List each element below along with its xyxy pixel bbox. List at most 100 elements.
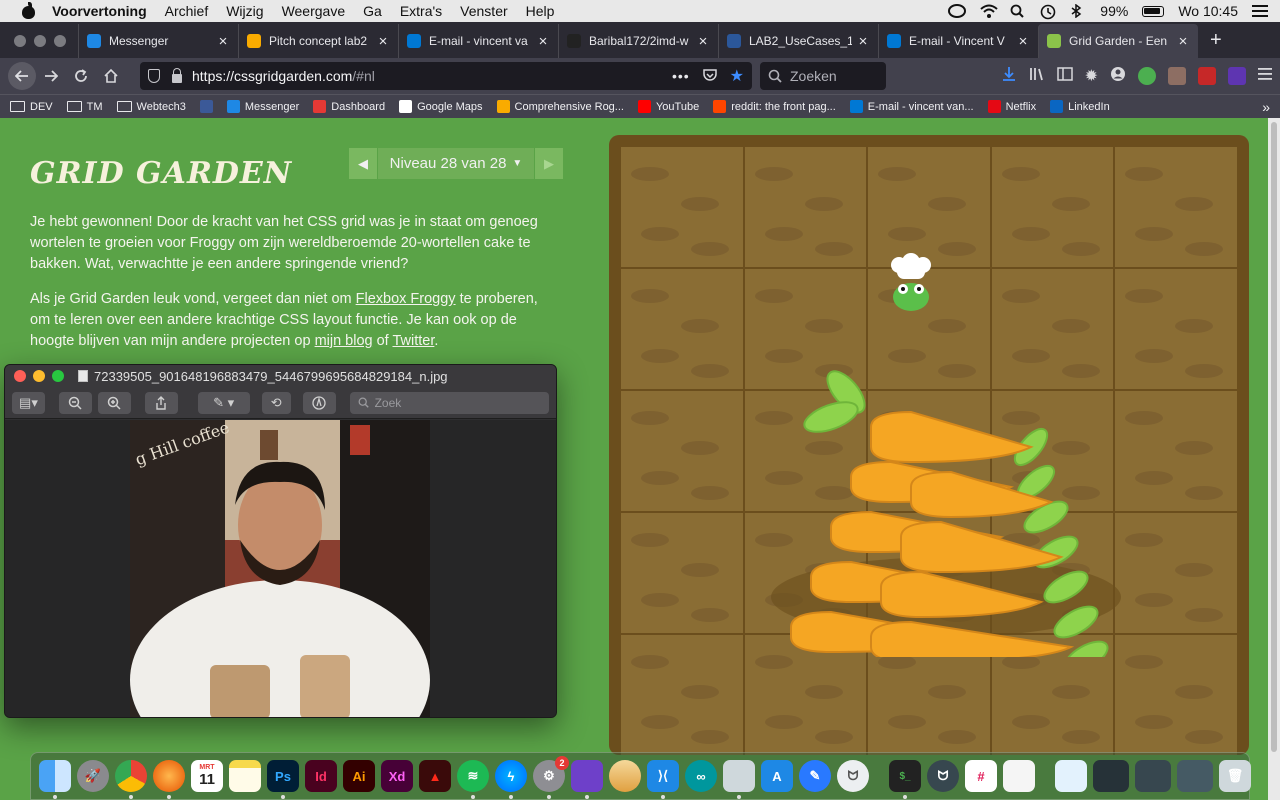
menu-help[interactable]: Help <box>526 3 555 19</box>
preview-minimize-button[interactable] <box>33 370 45 382</box>
textedit-icon[interactable] <box>1003 760 1035 792</box>
bookmark-item[interactable]: Netflix <box>987 100 1036 113</box>
preview-search-field[interactable]: Zoek <box>349 391 549 414</box>
new-tab-button[interactable]: + <box>1198 29 1234 58</box>
apple-icon[interactable] <box>20 2 38 20</box>
illustrator-icon[interactable]: Ai <box>343 760 375 792</box>
photoshop-icon[interactable]: Ps <box>267 760 299 799</box>
bookmark-item[interactable]: Google Maps <box>399 100 483 113</box>
bookmark-item[interactable]: Webtech3 <box>116 101 186 113</box>
menu-hamburger-icon[interactable] <box>1258 67 1272 85</box>
downloads-stack-icon[interactable] <box>1055 760 1087 792</box>
launchpad-icon[interactable]: 🚀 <box>77 760 109 792</box>
zoom-window-button[interactable] <box>54 35 66 47</box>
bookmark-item[interactable]: Messenger <box>226 100 299 113</box>
browser-tab[interactable]: LAB2_UseCases_1 × <box>718 24 878 58</box>
page-scrollbar[interactable] <box>1268 118 1280 800</box>
clock[interactable]: Wo 10:45 <box>1178 3 1238 19</box>
downloads-icon[interactable] <box>1001 66 1017 87</box>
time-machine-icon[interactable] <box>1040 4 1056 20</box>
sequel-pro-icon[interactable] <box>609 760 641 792</box>
notes-icon[interactable] <box>229 760 261 792</box>
browser-tab[interactable]: Messenger × <box>78 24 238 58</box>
bookmark-item[interactable]: Comprehensive Rog... <box>496 100 624 113</box>
bookmark-item[interactable]: TM <box>66 101 103 113</box>
tab-close-icon[interactable]: × <box>1016 33 1030 50</box>
preview-close-button[interactable] <box>14 370 26 382</box>
next-level-button[interactable]: ▶ <box>535 148 563 179</box>
pencil-app-icon[interactable]: ✎ <box>799 760 831 792</box>
wifi-icon[interactable] <box>980 4 998 18</box>
creative-cloud-icon[interactable] <box>948 4 967 18</box>
twitter-link[interactable]: Twitter <box>392 333 434 349</box>
tab-close-icon[interactable]: × <box>376 33 390 50</box>
forward-button[interactable] <box>36 61 66 91</box>
preview-app-icon[interactable] <box>723 760 755 799</box>
sidebar-icon[interactable] <box>1056 66 1073 86</box>
tab-close-icon[interactable]: × <box>856 33 870 50</box>
bluetooth-icon[interactable] <box>1070 3 1086 19</box>
sidebar-toggle-icon[interactable]: ▤▾ <box>12 391 45 414</box>
slack-icon[interactable]: # <box>965 760 997 792</box>
rotate-icon[interactable]: ⟲ <box>261 391 291 414</box>
browser-tab[interactable]: E-mail - vincent va × <box>398 24 558 58</box>
bookmark-item[interactable]: E-mail - vincent van... <box>849 100 974 113</box>
browser-tab[interactable]: Pitch concept lab2 × <box>238 24 398 58</box>
previous-level-button[interactable]: ◀ <box>349 148 377 179</box>
tab-close-icon[interactable]: × <box>1176 33 1190 50</box>
mamp-elephant-icon[interactable]: ᗢ <box>927 760 959 792</box>
tracking-protection-shield-icon[interactable] <box>148 69 160 83</box>
address-bar[interactable]: https://cssgridgarden.com /#nl ••• ★ <box>140 62 752 90</box>
tab-close-icon[interactable]: × <box>536 33 550 50</box>
home-icon[interactable] <box>96 61 126 91</box>
xd-icon[interactable]: Xd <box>381 760 413 792</box>
library-icon[interactable] <box>1029 66 1045 87</box>
calendar-icon[interactable]: MRT 11 <box>191 760 223 792</box>
tableplus-elephant-icon[interactable]: ᗢ <box>837 760 869 792</box>
extension-gear-icon[interactable]: ✹ <box>1085 66 1098 86</box>
menu-archief[interactable]: Archief <box>165 3 209 19</box>
search-field[interactable]: Zoeken <box>760 62 886 90</box>
messenger-icon[interactable]: ϟ <box>495 760 527 799</box>
bookmark-item[interactable]: DEV <box>10 101 53 113</box>
trash-icon[interactable]: 🗑 <box>1219 760 1251 792</box>
flexbox-froggy-link[interactable]: Flexbox Froggy <box>356 291 456 307</box>
spotify-icon[interactable]: ≋ <box>457 760 489 799</box>
screenshot-stack-icon-3[interactable] <box>1177 760 1213 792</box>
extension-b-icon[interactable] <box>1138 67 1156 85</box>
preview-zoom-button[interactable] <box>52 370 64 382</box>
bookmark-item[interactable]: LinkedIn <box>1050 100 1110 113</box>
tab-close-icon[interactable]: × <box>216 33 230 50</box>
menu-venster[interactable]: Venster <box>460 3 507 19</box>
menu-wijzig[interactable]: Wijzig <box>226 3 263 19</box>
terminal-icon[interactable]: $_ <box>889 760 921 799</box>
minimize-window-button[interactable] <box>34 35 46 47</box>
lock-icon[interactable] <box>172 67 182 83</box>
close-window-button[interactable] <box>14 35 26 47</box>
notification-center-icon[interactable] <box>1252 4 1268 18</box>
blog-link[interactable]: mijn blog <box>315 333 373 349</box>
zoom-out-icon[interactable] <box>58 391 92 414</box>
extension-cloud-icon[interactable] <box>1168 67 1186 85</box>
tab-close-icon[interactable]: × <box>696 33 710 50</box>
level-selector[interactable]: Niveau 28 van 28 ▼ <box>378 148 534 179</box>
finder-icon[interactable] <box>39 760 71 799</box>
arduino-icon[interactable]: ∞ <box>685 760 717 792</box>
account-icon[interactable] <box>1110 66 1126 87</box>
bookmark-star-icon[interactable]: ★ <box>730 66 744 86</box>
indesign-icon[interactable]: Id <box>305 760 337 792</box>
bookmark-item[interactable] <box>199 100 213 113</box>
bookmark-item[interactable]: reddit: the front pag... <box>713 100 836 113</box>
zoom-in-icon[interactable] <box>97 391 131 414</box>
markup-pen-icon[interactable]: ✎ ▾ <box>197 391 250 414</box>
reload-icon[interactable] <box>66 61 96 91</box>
battery-icon[interactable] <box>1142 5 1165 17</box>
firefox-icon[interactable] <box>153 760 185 799</box>
app-store-icon[interactable]: A <box>761 760 793 792</box>
menu-ga[interactable]: Ga <box>363 3 382 19</box>
bookmark-item[interactable]: YouTube <box>637 100 699 113</box>
browser-tab[interactable]: Grid Garden - Een × <box>1038 24 1198 58</box>
page-actions-icon[interactable]: ••• <box>672 68 690 84</box>
extension-red-icon[interactable] <box>1198 67 1216 85</box>
menu-app-name[interactable]: Voorvertoning <box>52 3 147 19</box>
